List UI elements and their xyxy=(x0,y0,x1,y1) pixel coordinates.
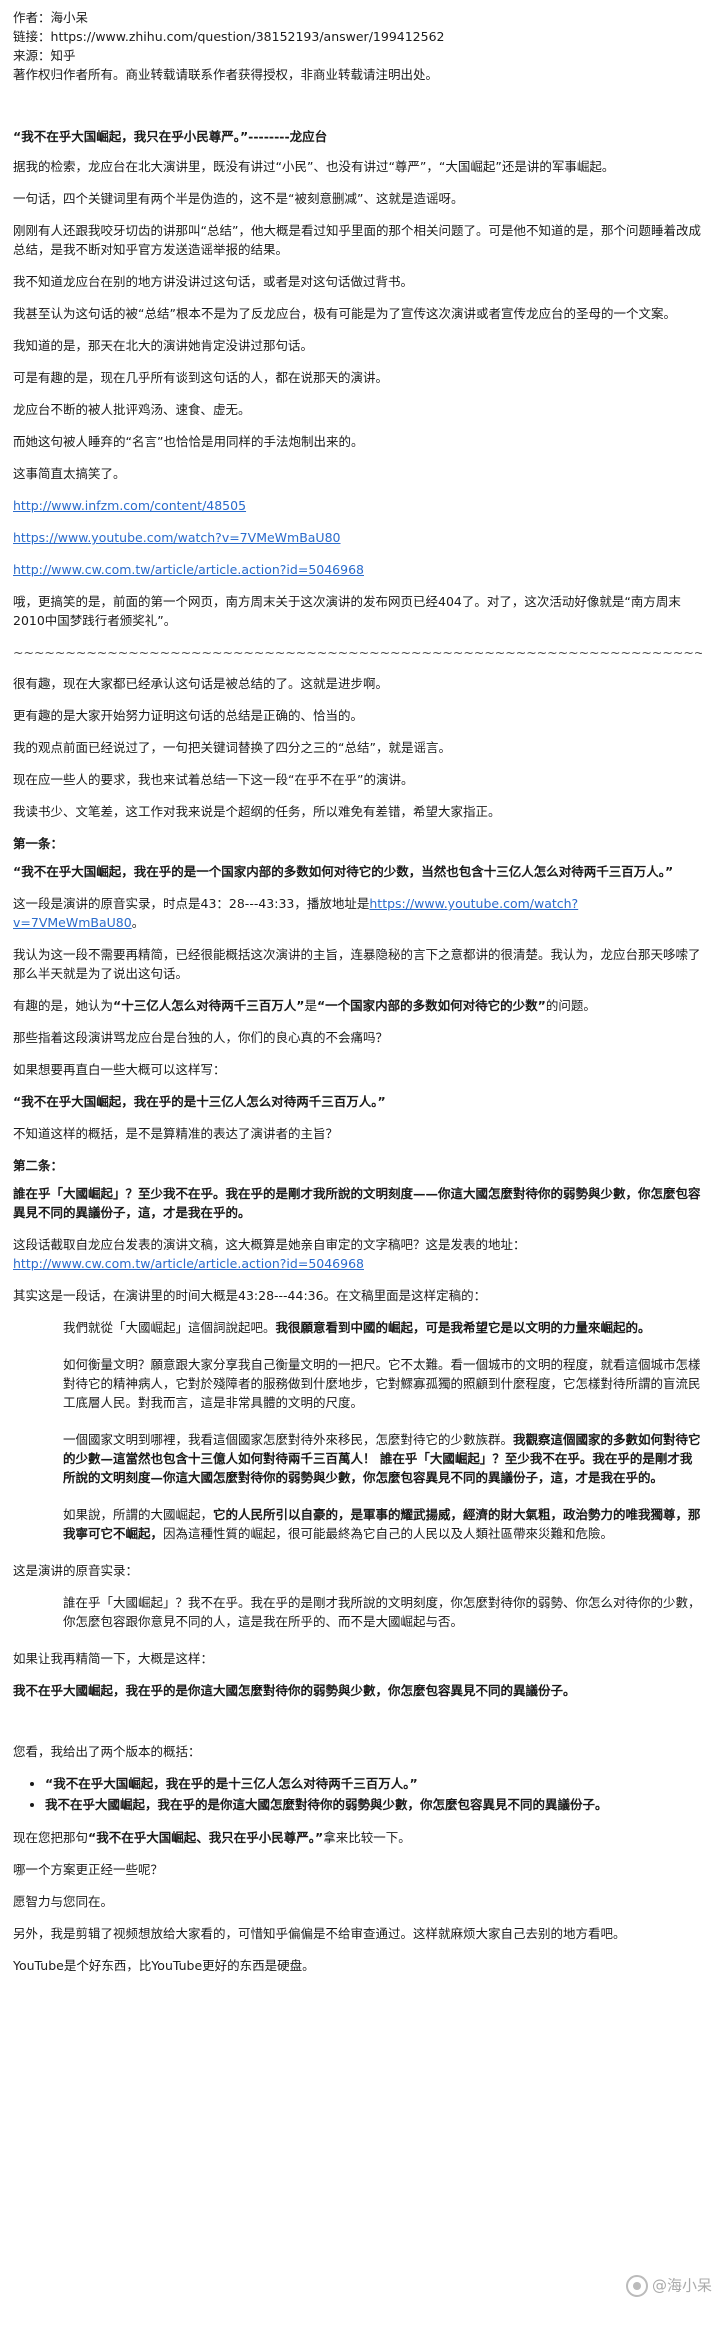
link-line: 链接：https://www.zhihu.com/question/381521… xyxy=(13,27,702,46)
text: 因為這種性質的崛起，很可能最終為它自己的人民以及人類社區帶來災難和危險。 xyxy=(163,1526,614,1541)
intro-paragraph: 龙应台不断的被人批评鸡汤、速食、虚无。 xyxy=(13,402,251,417)
transcript-paragraph: 如果說，所謂的大國崛起，它的人民所引以自豪的，是軍事的耀武揚威，經濟的財大氣粗，… xyxy=(63,1505,702,1543)
section2-paragraph: 其实这是一段话，在演讲里的时间大概是43:28---44:36。在文稿里面是这样… xyxy=(13,1288,487,1303)
after-links-paragraph: 哦，更搞笑的是，前面的第一个网页，南方周末关于这次演讲的发布网页已经404了。对… xyxy=(13,594,681,628)
intro-paragraph: 一句话，四个关键词里有两个半是伪造的，这不是“被刻意删减”、这就是造谣呀。 xyxy=(13,191,464,206)
text: 我們就從「大國崛起」這個詞說起吧。 xyxy=(63,1320,276,1335)
text: 有趣的是，她认为 xyxy=(13,998,114,1013)
weibo-watermark: @海小呆 xyxy=(625,2275,712,2297)
section2-paragraph: 这是演讲的原音实录： xyxy=(13,1563,139,1578)
conclusion-paragraph: 愿智力与您同在。 xyxy=(13,1894,114,1909)
intro-paragraph: 我知道的是，那天在北大的演讲她肯定没讲过那句话。 xyxy=(13,338,314,353)
source-line: 来源：知乎 xyxy=(13,48,76,63)
text: 拿来比较一下。 xyxy=(323,1830,411,1845)
cw-link[interactable]: http://www.cw.com.tw/article/article.act… xyxy=(13,562,364,577)
section1-source-end: 。 xyxy=(131,915,145,930)
part2-paragraph: 现在应一些人的要求，我也来试着总结一下这一段“在乎不在乎”的演讲。 xyxy=(13,772,414,787)
section1-paragraph: 不知道这样的概括，是不是算精准的表达了演讲者的主旨？ xyxy=(13,1126,339,1141)
text: 如何衡量文明？願意跟大家分享我自己衡量文明的一把尺。它不太難。看一個城市的文明的… xyxy=(63,1357,701,1410)
text: 一個國家文明到哪裡，我看這個國家怎麼對待外來移民，怎麼對待它的少數族群。 xyxy=(63,1432,514,1447)
section1-quote: “我不在乎大国崛起，我在乎的是一个国家内部的多数如何对待它的少数，当然也包含十三… xyxy=(13,864,674,879)
text: 如果說，所謂的大國崛起， xyxy=(63,1507,214,1522)
intro-paragraph: 据我的检索，龙应台在北大演讲里，既没有讲过“小民”、也没有讲过“尊严”，“大国崛… xyxy=(13,159,615,174)
section1-paragraph: 那些指着这段演讲骂龙应台是台独的人，你们的良心真的不会痛吗？ xyxy=(13,1030,389,1045)
page: 作者：海小呆 链接：https://www.zhihu.com/question… xyxy=(0,0,720,2333)
text: 现在您把那句 xyxy=(13,1830,89,1845)
section2-paragraph: 如果让我再精简一下，大概是这样： xyxy=(13,1651,214,1666)
section1-source-text: 这一段是演讲的原音实录，时点是43：28---43:33，播放地址是 xyxy=(13,896,370,911)
transcript-paragraph: 一個國家文明到哪裡，我看這個國家怎麼對待外來移民，怎麼對待它的少數族群。我觀察這… xyxy=(63,1430,702,1487)
intro-paragraph: 可是有趣的是，现在几乎所有谈到这句话的人，都在说那天的演讲。 xyxy=(13,370,389,385)
infzm-link[interactable]: http://www.infzm.com/content/48505 xyxy=(13,498,246,513)
section1-paragraph: 我认为这一段不需要再精简，已经很能概括这次演讲的主旨，连暴隐秘的言下之意都讲的很… xyxy=(13,947,701,981)
conclusion-paragraph: YouTube是个好东西，比YouTube更好的东西是硬盘。 xyxy=(13,1958,315,1973)
part2-paragraph: 很有趣，现在大家都已经承认这句话是被总结的了。这就是进步啊。 xyxy=(13,676,389,691)
bold-text: 我很願意看到中國的崛起，可是我希望它是以文明的力量來崛起的。 xyxy=(275,1320,651,1335)
conclusion-paragraph: 另外，我是剪辑了视频想放给大家看的，可惜知乎偏偏是不给审查通过。这样就麻烦大家自… xyxy=(13,1926,626,1941)
bold-text: “一个国家内部的多数如何对待它的少数” xyxy=(316,998,546,1013)
author-line: 作者：海小呆 xyxy=(13,10,89,25)
list-item: “我不在乎大国崛起，我在乎的是十三亿人怎么对待两千三百万人。” xyxy=(45,1774,702,1793)
youtube-link[interactable]: https://www.youtube.com/watch?v=7VMeWmBa… xyxy=(13,530,341,545)
section2-source-text: 这段话截取自龙应台发表的演讲文稿，这大概算是她亲自审定的文字稿吧？这是发表的地址… xyxy=(13,1237,526,1252)
transcript-paragraph: 如何衡量文明？願意跟大家分享我自己衡量文明的一把尺。它不太難。看一個城市的文明的… xyxy=(63,1355,702,1412)
part2-paragraph: 我读书少、文笔差，这工作对我来说是个超纲的任务，所以难免有差错，希望大家指正。 xyxy=(13,804,501,819)
article-meta: 作者：海小呆 链接：https://www.zhihu.com/question… xyxy=(13,8,702,84)
section2-source: 这段话截取自龙应台发表的演讲文稿，这大概算是她亲自审定的文字稿吧？这是发表的地址… xyxy=(13,1235,702,1273)
transcript-block: 我們就從「大國崛起」這個詞說起吧。我很願意看到中國的崛起，可是我希望它是以文明的… xyxy=(63,1318,702,1543)
section1-summary: “我不在乎大国崛起，我在乎的是十三亿人怎么对待两千三百万人。” xyxy=(13,1094,386,1109)
bold-text: “我不在乎大国崛起、我只在乎小民尊严。” xyxy=(88,1830,324,1845)
source-url[interactable]: https://www.zhihu.com/question/38152193/… xyxy=(51,29,445,44)
section2-heading: 第二条： xyxy=(13,1158,64,1173)
intro-paragraph: 而她这句被人睡弃的“名言”也恰恰是用同样的手法炮制出来的。 xyxy=(13,434,364,449)
watermark-text: @海小呆 xyxy=(651,2276,712,2295)
text: 是 xyxy=(304,998,317,1013)
audio-quote-block: 誰在乎「大國崛起」？我不在乎。我在乎的是剛才我所說的文明刻度，你怎麼對待你的弱勢… xyxy=(63,1593,702,1631)
section1-source: 这一段是演讲的原音实录，时点是43：28---43:33，播放地址是https:… xyxy=(13,894,702,932)
section1-heading: 第一条： xyxy=(13,836,64,851)
conclusion-paragraph: 您看，我给出了两个版本的概括： xyxy=(13,1744,201,1759)
transcript-paragraph: 我們就從「大國崛起」這個詞說起吧。我很願意看到中國的崛起，可是我希望它是以文明的… xyxy=(63,1318,702,1337)
audio-quote: 誰在乎「大國崛起」？我不在乎。我在乎的是剛才我所說的文明刻度，你怎麼對待你的弱勢… xyxy=(63,1595,701,1629)
bold-text: “十三亿人怎么对待两千三百万人” xyxy=(113,998,305,1013)
text: 的问题。 xyxy=(545,998,596,1013)
list-item: 我不在乎大國崛起，我在乎的是你這大國怎麼對待你的弱勢與少數，你怎麼包容異見不同的… xyxy=(45,1795,702,1814)
section2-quote: 誰在乎「大國崛起」？至少我不在乎。我在乎的是剛才我所說的文明刻度——你這大國怎麼… xyxy=(13,1186,701,1220)
section2-summary: 我不在乎大國崛起，我在乎的是你這大國怎麼對待你的弱勢與少數，你怎麼包容異見不同的… xyxy=(13,1683,576,1698)
divider: ~~~~~~~~~~~~~~~~~~~~~~~~~~~~~~~~~~~~~~~~… xyxy=(13,645,702,660)
section1-paragraph: 如果想要再直白一些大概可以这样写： xyxy=(13,1062,226,1077)
conclusion-paragraph: 哪一个方案更正经一些呢？ xyxy=(13,1862,164,1877)
weibo-icon xyxy=(625,2275,648,2297)
intro-paragraph: 这事简直太搞笑了。 xyxy=(13,466,126,481)
part2-paragraph: 我的观点前面已经说过了，一句把关键词替换了四分之三的“总结”，就是谣言。 xyxy=(13,740,451,755)
copyright-line: 著作权归作者所有。商业转载请联系作者获得授权，非商业转载请注明出处。 xyxy=(13,67,439,82)
cw-link[interactable]: http://www.cw.com.tw/article/article.act… xyxy=(13,1256,364,1271)
summary-list: “我不在乎大国崛起，我在乎的是十三亿人怎么对待两千三百万人。” 我不在乎大國崛起… xyxy=(45,1774,702,1814)
intro-paragraph: 我不知道龙应台在别的地方讲没讲过这句话，或者是对这句话做过背书。 xyxy=(13,274,414,289)
article-title: “我不在乎大国崛起，我只在乎小民尊严。”--------龙应台 xyxy=(13,129,328,144)
section1-paragraph: 有趣的是，她认为“十三亿人怎么对待两千三百万人”是“一个国家内部的多数如何对待它… xyxy=(13,996,702,1015)
link-label: 链接： xyxy=(13,29,51,44)
intro-paragraph: 刚刚有人还跟我咬牙切齿的讲那叫“总结”，他大概是看过知乎里面的那个相关问题了。可… xyxy=(13,223,701,257)
part2-paragraph: 更有趣的是大家开始努力证明这句话的总结是正确的、恰当的。 xyxy=(13,708,364,723)
conclusion-paragraph: 现在您把那句“我不在乎大国崛起、我只在乎小民尊严。”拿来比较一下。 xyxy=(13,1828,702,1847)
intro-paragraph: 我甚至认为这句话的被“总结”根本不是为了反龙应台，极有可能是为了宣传这次演讲或者… xyxy=(13,306,676,321)
